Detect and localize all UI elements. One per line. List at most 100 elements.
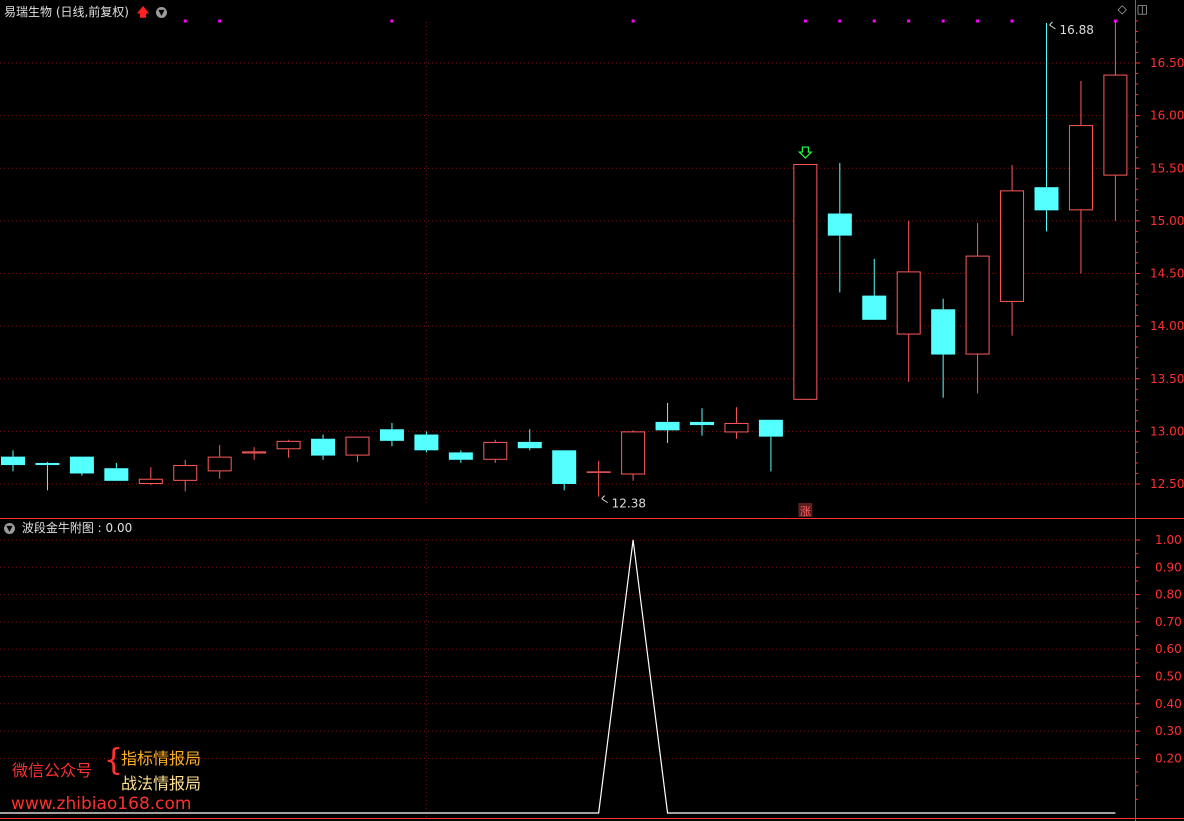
candle [724, 407, 749, 439]
candlestick-series [1, 21, 1128, 497]
signal-marker-dot [218, 19, 222, 23]
annotation-arrow [601, 495, 608, 504]
candle-body-up [896, 271, 921, 335]
candle-body-down [690, 421, 714, 426]
chart-stage: 16.88 12.38 涨 12.50 13.00 13.50 14.00 14.50 15.… [0, 0, 1184, 821]
axis-tick-label-main: 13.50 [1150, 372, 1184, 386]
candle [758, 419, 783, 472]
axis-tick-label-sub: 1.00 [1155, 533, 1182, 547]
candle-body-down [448, 452, 473, 460]
candle [1068, 80, 1093, 274]
candle-body-up [1068, 125, 1093, 211]
candle-body-up [242, 451, 267, 454]
candle-body-up [1000, 190, 1025, 302]
candle-body-down [758, 419, 783, 437]
indicator-separator: : [97, 521, 102, 535]
candle-body-down [379, 429, 404, 441]
candle-body-down [827, 213, 852, 236]
axis-tick-label-sub: 0.40 [1155, 697, 1182, 711]
chevron-down-icon[interactable]: ▼ [4, 523, 15, 534]
candle-body-up [345, 436, 370, 456]
top-right-icons: ◇ ◫ [1112, 2, 1148, 16]
axis-tick-label-main: 15.00 [1150, 214, 1184, 228]
panel-toggle-icon[interactable]: ◫ [1137, 2, 1148, 16]
candle [276, 439, 301, 458]
candle-body-down [1034, 187, 1059, 211]
signal-marker-dot [838, 19, 842, 23]
candle [517, 429, 542, 451]
axis-tick-label-main: 14.00 [1150, 319, 1184, 333]
indicator-title-bar: ▼ 波段金牛附图 : 0.00 [4, 519, 132, 536]
candle [1000, 165, 1025, 336]
candle-body-down [35, 462, 60, 466]
axis-tick-label-sub: 0.80 [1155, 588, 1182, 602]
candle [1, 450, 25, 472]
main-grid [0, 62, 1135, 485]
candle-body-down [414, 434, 439, 451]
candle [345, 436, 370, 462]
axis-tick-label-main: 16.50 [1150, 56, 1184, 70]
diamond-icon[interactable]: ◇ [1118, 2, 1127, 16]
axis-tick-label-sub: 0.50 [1155, 670, 1182, 684]
candle-body-down [655, 421, 680, 431]
axis-tick-label-sub: 0.70 [1155, 615, 1182, 629]
candle-body-down [862, 295, 887, 320]
main-price-axis: 12.50 13.00 13.50 14.00 14.50 15.00 15.50 16.00… [1135, 20, 1184, 491]
axis-tick-label-sub: 0.30 [1155, 724, 1182, 738]
candle-body-down [104, 468, 129, 481]
annotation-arrow [1049, 21, 1056, 30]
axis-tick-label-main: 14.50 [1150, 267, 1184, 281]
zhang-badge: 涨 [800, 505, 811, 518]
candle [414, 431, 439, 453]
candle [1034, 23, 1059, 232]
candle [931, 298, 956, 398]
signal-marker-dot [976, 19, 980, 23]
candle-body-down [1, 456, 25, 466]
axis-tick-label-main: 15.50 [1150, 161, 1184, 175]
signal-marker-dot [803, 19, 807, 23]
candle-body-down [69, 456, 94, 474]
red-up-arrow-icon[interactable]: 🡅 [137, 3, 149, 24]
candle [35, 461, 60, 491]
signal-marker-dot [1010, 19, 1014, 23]
candle [621, 430, 646, 481]
annotation-label: 12.38 [612, 497, 646, 511]
candle [448, 450, 473, 463]
signal-marker-dot [183, 19, 187, 23]
chart-title: 易瑞生物 (日线,前复权) [4, 5, 129, 19]
candle-body-up [586, 471, 611, 473]
axis-tick-label-main: 16.00 [1150, 109, 1184, 123]
signal-marker-dot [907, 19, 911, 23]
candle-body-up [621, 431, 646, 475]
axis-tick-label-sub: 0.60 [1155, 642, 1182, 656]
indicator-value: 0.00 [105, 521, 133, 535]
candle-body-up [173, 465, 198, 481]
candle [242, 447, 267, 460]
watermark-label: 微信公众号 [12, 761, 93, 780]
candle-body-down [552, 450, 577, 484]
indicator-name: 波段金牛附图 [21, 521, 94, 535]
candle [655, 402, 680, 443]
candle [138, 467, 163, 486]
chevron-down-icon[interactable]: ▼ [156, 7, 167, 18]
green-down-arrow-icon [797, 146, 813, 159]
candle-body-down [311, 438, 336, 456]
axis-tick-label-main: 12.50 [1150, 477, 1184, 491]
candle [173, 459, 198, 492]
sub-grid [0, 539, 1135, 759]
candle [104, 462, 129, 481]
signal-marker-dot [872, 19, 876, 23]
signal-markers [183, 19, 1117, 23]
signal-marker-dot [631, 19, 635, 23]
candle [69, 456, 94, 476]
candle-body-up [965, 255, 990, 355]
candle [965, 222, 990, 394]
watermark-line-2: 战法情报局 [121, 774, 202, 793]
candle [1103, 21, 1128, 221]
candle [311, 434, 336, 460]
candle-body-up [207, 456, 232, 472]
candle [862, 258, 887, 320]
axis-tick-label-sub: 0.20 [1155, 751, 1182, 765]
candle-body-up [1103, 74, 1128, 176]
candle [793, 164, 818, 400]
